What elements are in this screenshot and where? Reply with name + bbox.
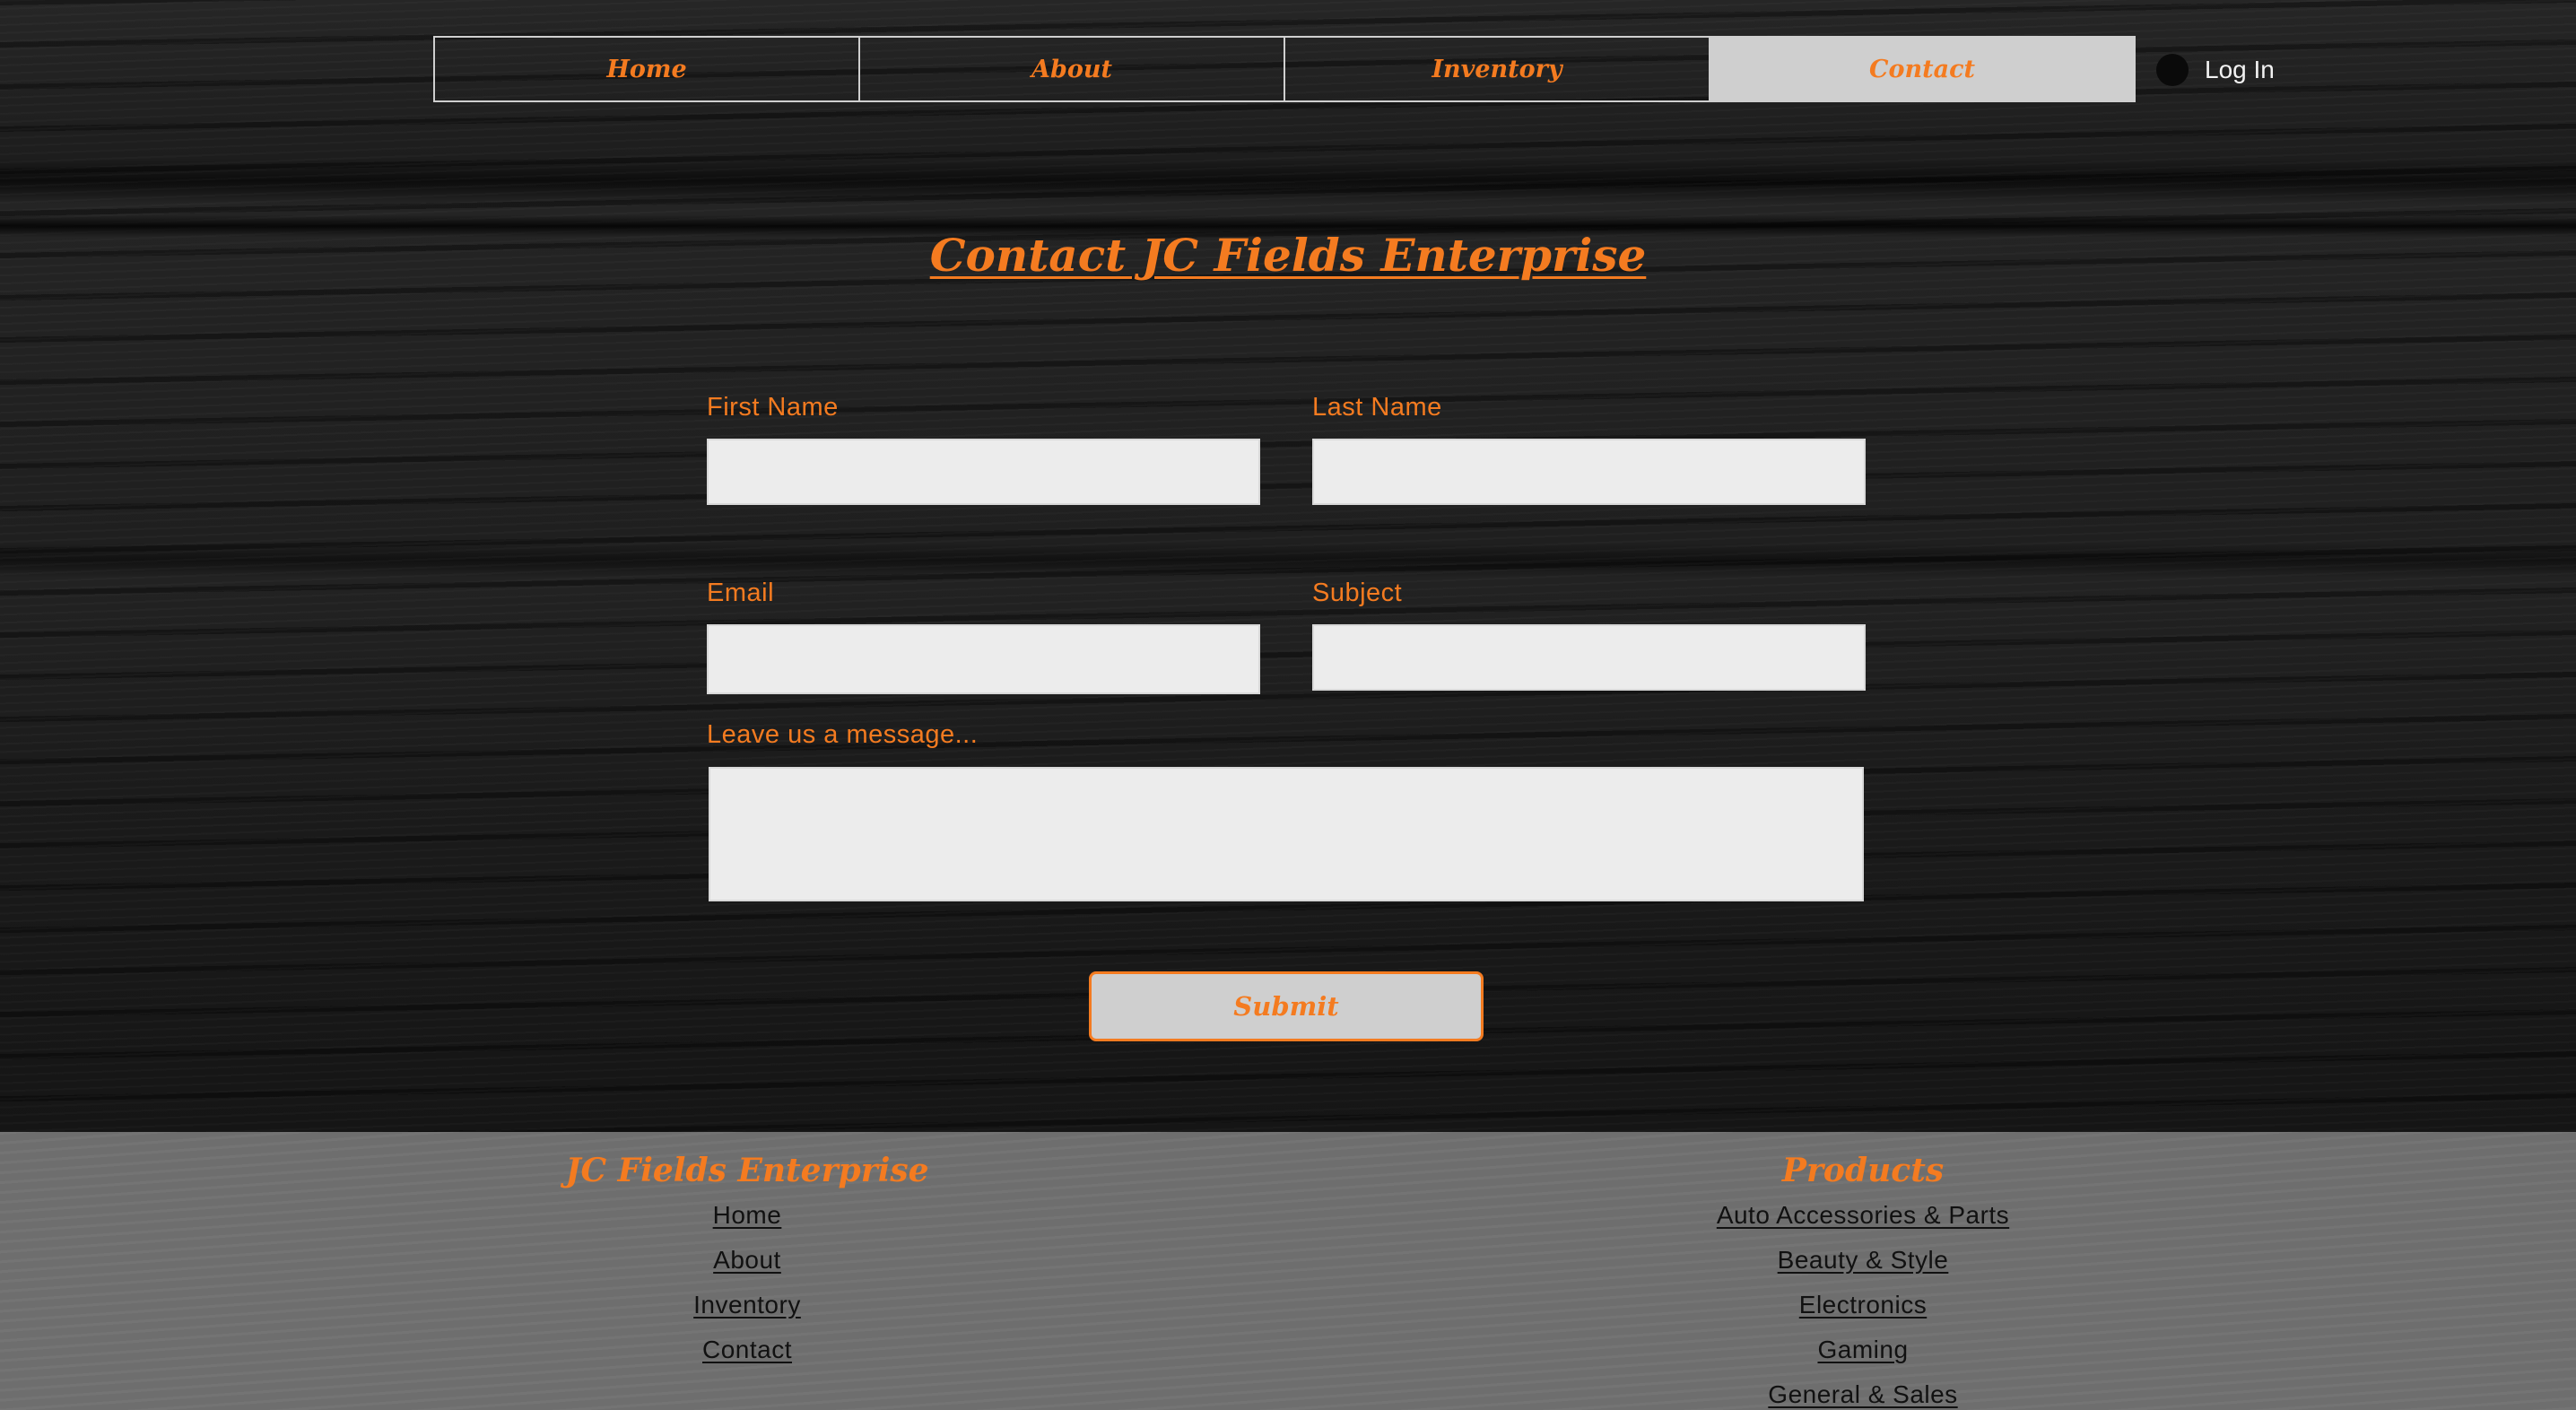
footer-link-about[interactable]: About bbox=[523, 1238, 971, 1283]
avatar-icon bbox=[2156, 54, 2189, 86]
footer-company-heading: JC Fields Enterprise bbox=[565, 1152, 929, 1189]
subject-field[interactable] bbox=[1312, 624, 1866, 691]
first-name-label: First Name bbox=[707, 393, 839, 422]
last-name-field[interactable] bbox=[1312, 439, 1866, 505]
nav-item-inventory[interactable]: Inventory bbox=[1285, 38, 1710, 100]
footer-link-contact[interactable]: Contact bbox=[523, 1327, 971, 1372]
nav-item-home[interactable]: Home bbox=[435, 38, 860, 100]
login-button[interactable]: Log In bbox=[2156, 50, 2275, 90]
page-title: Contact JC Fields Enterprise bbox=[929, 229, 1647, 282]
message-field[interactable] bbox=[709, 767, 1864, 901]
footer-link-beauty-style[interactable]: Beauty & Style bbox=[1594, 1238, 2132, 1283]
footer-company-column: JC Fields Enterprise Home About Inventor… bbox=[523, 1148, 971, 1372]
wood-background bbox=[0, 0, 2576, 1132]
email-label: Email bbox=[707, 579, 775, 607]
submit-button[interactable]: Submit bbox=[1089, 971, 1484, 1041]
footer: JC Fields Enterprise Home About Inventor… bbox=[0, 1132, 2576, 1410]
nav-item-about[interactable]: About bbox=[860, 38, 1285, 100]
main-nav: Home About Inventory Contact bbox=[433, 36, 2136, 102]
footer-link-home[interactable]: Home bbox=[523, 1193, 971, 1238]
last-name-label: Last Name bbox=[1312, 393, 1442, 422]
footer-link-general-sales[interactable]: General & Sales bbox=[1594, 1372, 2132, 1410]
subject-label: Subject bbox=[1312, 579, 1403, 607]
message-label: Leave us a message... bbox=[707, 720, 979, 749]
first-name-field[interactable] bbox=[707, 439, 1260, 505]
footer-products-column: Products Auto Accessories & Parts Beauty… bbox=[1594, 1148, 2132, 1410]
footer-link-gaming[interactable]: Gaming bbox=[1594, 1327, 2132, 1372]
footer-products-heading: Products bbox=[1781, 1152, 1945, 1189]
footer-link-electronics[interactable]: Electronics bbox=[1594, 1283, 2132, 1327]
email-field[interactable] bbox=[707, 624, 1260, 694]
nav-item-contact[interactable]: Contact bbox=[1710, 38, 2134, 100]
login-label: Log In bbox=[2205, 56, 2275, 83]
footer-link-inventory[interactable]: Inventory bbox=[523, 1283, 971, 1327]
footer-link-auto-accessories[interactable]: Auto Accessories & Parts bbox=[1594, 1193, 2132, 1238]
